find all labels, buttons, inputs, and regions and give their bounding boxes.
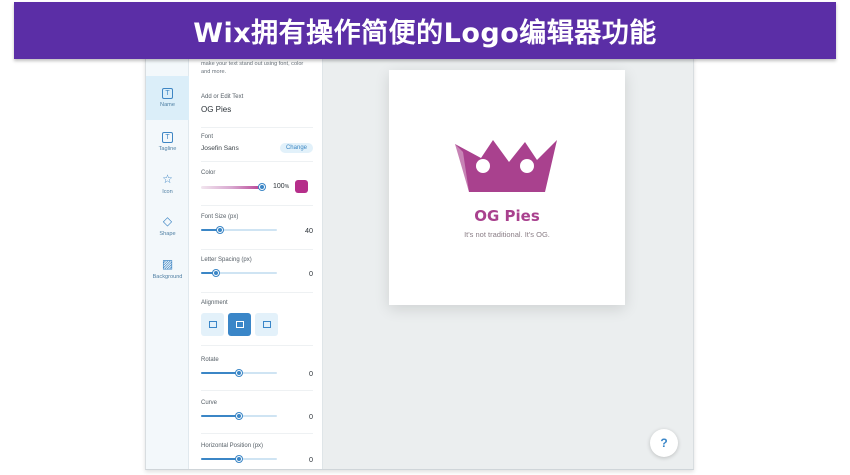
change-font-button[interactable]: Change: [279, 143, 313, 153]
align-right-icon: [262, 321, 271, 328]
curve-slider[interactable]: [201, 411, 277, 421]
crown-cutout-left: [476, 159, 490, 173]
font-size-section: Font Size (px) 40: [201, 214, 313, 250]
slider-fill: [201, 458, 239, 460]
screenshot-stage: Wix拥有操作简便的Logo编辑器功能 T Name T Tagline ☆ I…: [0, 0, 850, 475]
slider-knob[interactable]: [236, 370, 242, 376]
rail-item-shape[interactable]: ◇ Shape: [146, 204, 189, 248]
curve-section: Curve 0: [201, 400, 313, 434]
alignment-buttons: [201, 313, 313, 336]
opacity-gradient-track: [201, 185, 263, 189]
title-banner: Wix拥有操作简便的Logo编辑器功能: [14, 2, 836, 59]
text-box-icon: T: [162, 88, 173, 99]
font-size-value: 40: [305, 225, 313, 235]
crown-cutout-right: [520, 159, 534, 173]
panel-hint: make your text stand out using font, col…: [201, 61, 304, 75]
font-size-label: Font Size (px): [201, 214, 239, 220]
letter-spacing-section: Letter Spacing (px) 0: [201, 257, 313, 293]
text-section: Add or Edit Text OG Pies: [201, 94, 313, 128]
editor-tool-rail: T Name T Tagline ☆ Icon ◇ Shape ▨ Backgr…: [146, 52, 189, 469]
slider-knob[interactable]: [236, 456, 242, 462]
letter-spacing-slider[interactable]: [201, 268, 277, 278]
slider-knob[interactable]: [217, 227, 223, 233]
align-left-icon: [208, 321, 217, 328]
slider-fill: [201, 372, 239, 374]
opacity-slider[interactable]: [201, 182, 265, 192]
rail-item-background[interactable]: ▨ Background: [146, 247, 189, 291]
rail-item-label: Tagline: [158, 146, 177, 152]
rail-item-icon[interactable]: ☆ Icon: [146, 162, 189, 206]
logo-preview-card[interactable]: OG Pies It's not traditional. It's OG.: [389, 70, 625, 305]
align-center-icon: [235, 321, 244, 328]
crown-icon: [455, 140, 557, 192]
font-size-slider[interactable]: [201, 225, 277, 235]
slider-fill: [201, 415, 239, 417]
rotate-section: Rotate 0: [201, 357, 313, 391]
alignment-section: Alignment: [201, 300, 313, 346]
logo-name-text: OG Pies: [474, 207, 540, 225]
letter-spacing-label: Letter Spacing (px): [201, 257, 252, 263]
opacity-slider-knob[interactable]: [259, 183, 265, 190]
rail-item-name[interactable]: T Name: [146, 76, 189, 120]
background-hatch-icon: ▨: [161, 257, 174, 271]
align-center-button[interactable]: [228, 313, 251, 336]
horizontal-position-slider[interactable]: [201, 454, 277, 464]
logo-editor-window: T Name T Tagline ☆ Icon ◇ Shape ▨ Backgr…: [145, 52, 694, 470]
logo-canvas: OG Pies It's not traditional. It's OG. ?: [324, 52, 693, 469]
rotate-label: Rotate: [201, 357, 219, 363]
banner-title: Wix拥有操作简便的Logo编辑器功能: [193, 18, 657, 49]
font-section: Font Josefin Sans Change: [201, 134, 313, 162]
rail-item-tagline[interactable]: T Tagline: [146, 120, 189, 164]
color-swatch[interactable]: [295, 180, 309, 193]
crown-shape: [455, 140, 557, 192]
diamond-icon: ◇: [162, 214, 173, 228]
rail-item-label: Name: [160, 102, 175, 108]
rotate-value: 0: [309, 368, 313, 378]
slider-knob[interactable]: [213, 270, 220, 276]
star-icon: ☆: [162, 172, 173, 186]
curve-value: 0: [309, 411, 313, 421]
slider-knob[interactable]: [236, 413, 242, 419]
logo-tagline-text: It's not traditional. It's OG.: [464, 230, 550, 239]
rail-item-label: Icon: [162, 189, 173, 195]
tagline-box-icon: T: [162, 132, 173, 143]
align-right-button[interactable]: [255, 313, 278, 336]
opacity-number: 100: [273, 183, 285, 190]
rotate-slider[interactable]: [201, 368, 277, 378]
text-label: Add or Edit Text: [201, 94, 244, 100]
text-input[interactable]: OG Pies: [201, 105, 313, 114]
opacity-value: 100%: [273, 183, 289, 190]
horizontal-position-value: 0: [309, 454, 313, 464]
font-value: Josefin Sans: [201, 144, 239, 152]
align-left-button[interactable]: [201, 313, 224, 336]
help-button[interactable]: ?: [650, 429, 678, 457]
letter-spacing-value: 0: [309, 268, 313, 278]
text-settings-panel: make your text stand out using font, col…: [189, 52, 323, 469]
color-label: Color: [201, 170, 216, 176]
color-section: Color 100%: [201, 170, 313, 206]
font-label: Font: [201, 134, 214, 140]
horizontal-position-label: Horizontal Position (px): [201, 443, 264, 449]
horizontal-position-section: Horizontal Position (px) 0: [201, 443, 313, 469]
curve-label: Curve: [201, 400, 218, 406]
alignment-label: Alignment: [201, 300, 228, 306]
rail-item-label: Background: [152, 274, 183, 280]
rail-item-label: Shape: [159, 231, 176, 237]
opacity-unit: %: [284, 184, 290, 190]
